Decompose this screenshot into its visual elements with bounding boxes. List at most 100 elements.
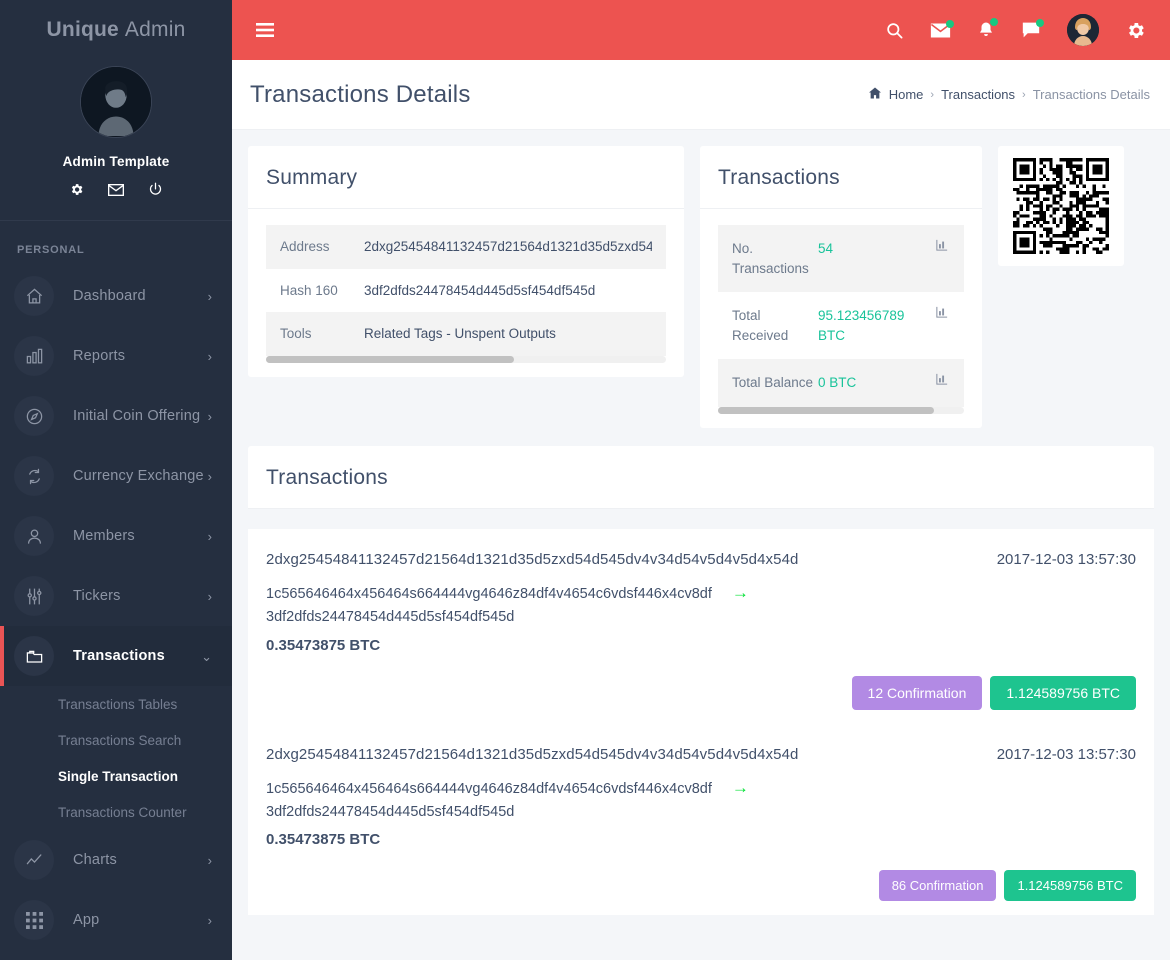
transaction-addresses: 1c565646464x456464s664444vg4646z84df4v46… [266,580,1136,629]
gear-icon[interactable] [69,182,84,198]
sidebar-item-currency-exchange[interactable]: Currency Exchange › [0,446,232,506]
sidebar-subitem-transactions-tables[interactable]: Transactions Tables [0,686,232,722]
user-icon [14,516,54,556]
sidebar-item-label: Charts [73,852,117,868]
summary-key: Total Received [732,308,789,343]
arrow-right-icon: → [731,777,749,797]
avatar[interactable] [1067,14,1099,46]
transactions-summary-title: Transactions [700,146,982,209]
sidebar-item-initial-coin-offering[interactable]: Initial Coin Offering › [0,386,232,446]
transactions-list-title: Transactions [248,446,1154,509]
address-to[interactable]: 3df2dfds24478454d445d5sf454df545d [266,804,514,820]
sidebar-item-label: Initial Coin Offering [73,408,201,424]
chevron-right-icon: › [207,528,212,544]
breadcrumb-separator: › [930,88,935,101]
transactions-summary-row-total-received: Total Received 95.123456789 BTC [718,292,964,359]
breadcrumb-home[interactable]: Home [889,87,924,102]
mail-icon[interactable] [108,182,124,198]
transaction-hash[interactable]: 2dxg25454841132457d21564d1321d35d5zxd54d… [266,551,798,568]
bell-icon[interactable] [977,18,998,40]
summary-key: Hash 160 [280,282,338,298]
sidebar-item-tickers[interactable]: Tickers › [0,566,232,626]
transaction-badges: 86 Confirmation 1.124589756 BTC [266,870,1136,902]
scrollbar-thumb[interactable] [718,406,935,414]
transaction-header-line: 2dxg25454841132457d21564d1321d35d5zxd54d… [266,746,1136,763]
summary-value: 3df2dfds24478454d445d5sf454df545d [364,282,596,298]
transaction-date: 2017-12-03 13:57:30 [996,550,1136,568]
address-to[interactable]: 3df2dfds24478454d445d5sf454df545d [266,609,514,625]
brand-bold: Unique [46,18,119,41]
profile-block: Admin Template [0,48,232,198]
gear-icon[interactable] [1125,20,1146,41]
transactions-summary-card: Transactions No. Transactions 54 Total R… [700,146,982,428]
chevron-right-icon: › [207,408,212,424]
sidebar-subitem-transactions-counter[interactable]: Transactions Counter [0,794,232,830]
sidebar-item-charts[interactable]: Charts › [0,830,232,890]
status-badge-confirmation[interactable]: 12 Confirmation [851,675,983,710]
mail-icon[interactable] [930,19,954,39]
chevron-down-icon: ⌄ [201,648,212,664]
list-spacer [248,508,1154,529]
scrollbar-thumb[interactable] [266,355,514,363]
sidebar-item-dashboard[interactable]: Dashboard › [0,266,232,326]
power-icon[interactable] [148,182,163,198]
qr-code-card [998,146,1124,266]
summary-row-tools: Tools Related Tags - Unspent Outputs [266,312,666,356]
summary-value: Related Tags - Unspent Outputs [364,326,556,342]
address-from[interactable]: 1c565646464x456464s664444vg4646z84df4v46… [266,781,712,797]
chevron-right-icon: › [207,288,212,304]
hamburger-icon[interactable] [256,23,274,37]
notification-dot [1036,19,1044,27]
page-header: Transactions Details Home › Transactions… [232,60,1170,130]
table-row[interactable]: 2dxg25454841132457d21564d1321d35d5zxd54d… [248,528,1154,724]
nav-section-label: PERSONAL [17,244,85,256]
summary-key: Address [280,239,330,254]
sliders-icon [14,576,54,616]
breadcrumb-transactions[interactable]: Transactions [941,87,1015,102]
sidebar-subitem-label: Single Transaction [58,768,179,784]
chevron-right-icon: › [207,348,212,364]
search-icon[interactable] [885,21,904,40]
transactions-summary-horizontal-scrollbar[interactable] [718,406,964,414]
grid-icon [14,900,54,940]
breadcrumb: Home › Transactions › Transactions Detai… [868,87,1150,102]
summary-card: Summary Address 2dxg25454841132457d21564… [248,146,684,377]
chat-icon[interactable] [1021,19,1044,39]
status-badge-confirmation[interactable]: 86 Confirmation [878,870,997,902]
arrow-right-icon: → [731,582,749,602]
home-icon [14,276,54,316]
avatar[interactable] [80,66,152,138]
qr-code [1013,158,1109,254]
address-from[interactable]: 1c565646464x456464s664444vg4646z84df4v46… [266,586,712,602]
sidebar-item-label: Tickers [73,588,121,604]
summary-horizontal-scrollbar[interactable] [266,355,666,363]
transaction-hash[interactable]: 2dxg25454841132457d21564d1321d35d5zxd54d… [266,746,798,763]
sidebar-item-transactions[interactable]: Transactions ⌄ [0,626,232,686]
home-icon[interactable] [868,87,882,102]
sidebar-item-app[interactable]: App › [0,890,232,950]
breadcrumb-separator: › [1022,88,1026,101]
status-badge-total[interactable]: 1.124589756 BTC [1004,870,1136,902]
line-chart-icon [14,840,54,880]
table-row[interactable]: 2dxg25454841132457d21564d1321d35d5zxd54d… [248,723,1154,916]
sidebar-item-members[interactable]: Members › [0,506,232,566]
status-badge-total[interactable]: 1.124589756 BTC [990,675,1136,710]
bar-chart-icon[interactable] [936,373,950,393]
sidebar-subitem-single-transaction[interactable]: Single Transaction [0,758,232,794]
sidebar-item-reports[interactable]: Reports › [0,326,232,386]
notification-dot [990,18,998,26]
avatar-image [1067,14,1099,46]
bar-chart-icon[interactable] [936,306,950,345]
sidebar-item-label: Members [73,528,135,544]
transaction-badges: 12 Confirmation 1.124589756 BTC [266,675,1136,710]
folder-icon [14,636,54,676]
notification-dot [946,19,954,28]
transactions-summary-rows: No. Transactions 54 Total Received 95.12… [700,209,982,428]
bar-chart-icon[interactable] [936,239,950,278]
avatar-image [81,67,151,136]
refresh-icon [14,456,54,496]
compass-icon [14,396,54,436]
sidebar-subitem-transactions-search[interactable]: Transactions Search [0,722,232,758]
brand-logo[interactable]: Unique Admin [0,0,232,48]
chevron-right-icon: › [207,912,212,928]
